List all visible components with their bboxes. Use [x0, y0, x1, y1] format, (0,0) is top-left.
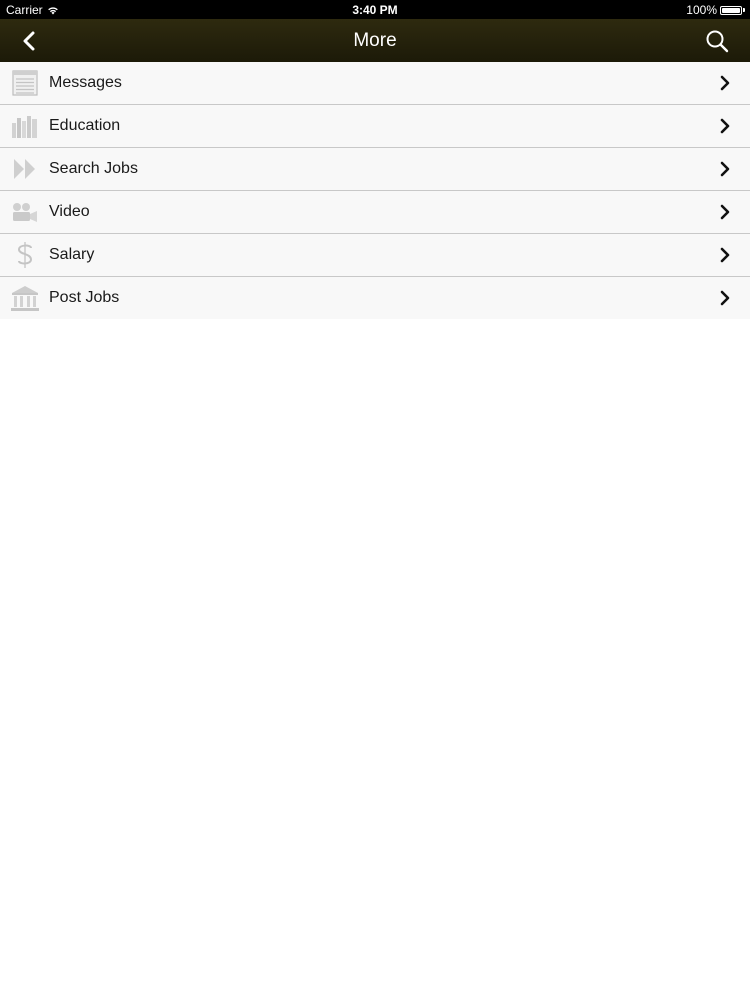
menu-item-label: Video [49, 203, 90, 220]
chevron-right-icon [720, 247, 730, 263]
building-icon [10, 283, 40, 313]
search-button[interactable] [702, 27, 732, 55]
menu-item-education[interactable]: Education [0, 105, 750, 148]
chevron-right-icon [720, 75, 730, 91]
video-camera-icon [10, 197, 40, 227]
battery-indicator: 100% [686, 3, 745, 17]
dollar-icon [10, 240, 40, 270]
menu-item-post-jobs[interactable]: Post Jobs [0, 277, 750, 319]
menu-item-label: Education [49, 117, 121, 134]
chevron-right-icon [720, 290, 730, 306]
menu-item-messages[interactable]: Messages [0, 62, 750, 105]
menu-item-video[interactable]: Video [0, 191, 750, 234]
books-icon [10, 111, 40, 141]
search-icon [706, 30, 729, 53]
more-menu-list: Messages Education Search Jobs Video Sal… [0, 62, 750, 319]
chevron-right-icon [720, 161, 730, 177]
status-bar: Carrier 3:40 PM 100% [0, 0, 750, 19]
chevron-right-icon [720, 204, 730, 220]
navigation-bar: More [0, 19, 750, 62]
menu-item-label: Search Jobs [49, 160, 138, 177]
menu-item-label: Salary [49, 246, 95, 263]
fast-forward-icon [10, 154, 40, 184]
status-time: 3:40 PM [352, 3, 398, 17]
menu-item-search-jobs[interactable]: Search Jobs [0, 148, 750, 191]
list-icon [10, 68, 40, 98]
menu-item-salary[interactable]: Salary [0, 234, 750, 277]
battery-icon [720, 5, 742, 15]
menu-item-label: Post Jobs [49, 289, 120, 306]
battery-percent: 100% [686, 3, 717, 17]
chevron-right-icon [720, 118, 730, 134]
page-title: More [353, 30, 397, 51]
menu-item-label: Messages [49, 74, 122, 91]
